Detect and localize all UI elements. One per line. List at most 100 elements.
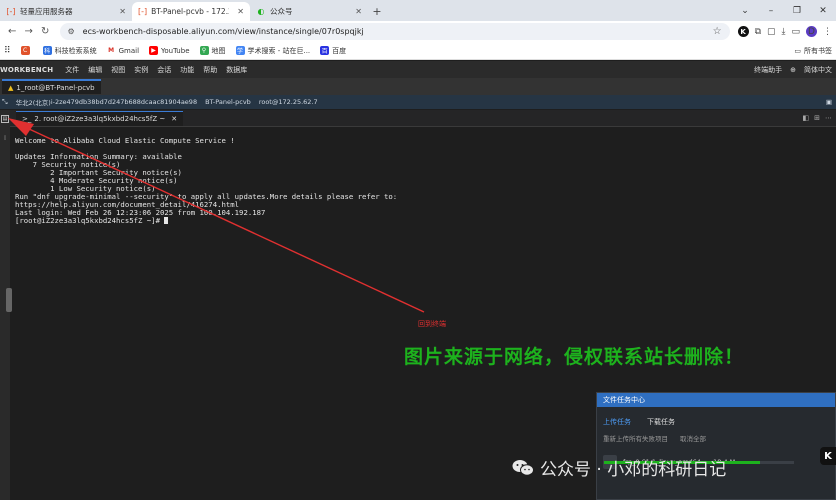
retry-failed-button[interactable]: 重新上传所有失败项目 xyxy=(603,433,668,443)
terminal-line: Welcome to Alibaba Cloud Elastic Compute… xyxy=(15,136,235,145)
back-icon[interactable]: ← xyxy=(4,26,21,37)
tab-search-button[interactable]: ⌄ xyxy=(732,6,758,16)
terminal-tools: ◧ ⊞ ⋯ xyxy=(803,114,836,122)
terminal-tabs: >_ 2. root@iZ2ze3a3lq5kxbd24hcs5fZ ~ ✕ ◧… xyxy=(0,110,836,127)
forward-icon[interactable]: → xyxy=(21,26,38,37)
bookmark-item[interactable]: ▶ YouTube xyxy=(149,46,190,55)
url-text: ecs-workbench-disposable.aliyun.com/view… xyxy=(82,27,364,36)
wechat-tab-icon: ◐ xyxy=(257,7,265,16)
address-bar: ← → ↻ ⚙ ecs-workbench-disposable.aliyun.… xyxy=(0,21,836,42)
instance-name: BT-Panel-pcvb xyxy=(205,98,251,106)
copyright-overlay-text: 图片来源于网络，侵权联系站长删除！ xyxy=(404,346,745,368)
instance-region: 华北2(北京) xyxy=(15,99,51,107)
close-window-button[interactable]: ✕ xyxy=(810,6,836,16)
more-menu-icon[interactable]: ⋮ xyxy=(823,27,832,37)
tab-download-tasks[interactable]: 下载任务 xyxy=(647,417,675,427)
terminal-tab-icon: >_ xyxy=(22,114,32,123)
workbench-right-tools: 终端助手 ⊕ 简体中文 xyxy=(754,65,836,75)
menu-help[interactable]: 帮助 xyxy=(203,65,217,75)
file-panel-title: 文件任务中心 xyxy=(597,393,835,407)
wechat-account-text: 公众号 · 小邓的科研日记 xyxy=(540,460,727,480)
terminal-prompt: [root@iZ2ze3a3lq5kxbd24hcs5fZ ~]# xyxy=(15,216,165,226)
tab-label: 公众号 xyxy=(270,7,293,16)
file-panel-tabs: 上传任务 下载任务 xyxy=(597,413,835,431)
instance-id: i-2ze479db38bd7d247b688dcaac81904ae98 xyxy=(50,98,198,106)
split-pane-icon[interactable]: ◧ xyxy=(803,114,810,122)
bookmark-item[interactable]: M Gmail xyxy=(106,46,139,55)
workbench-brand: WORKBENCH xyxy=(0,65,54,74)
menu-features[interactable]: 功能 xyxy=(180,65,194,75)
maximize-button[interactable]: ❐ xyxy=(784,6,810,16)
extension-k-icon[interactable]: K xyxy=(737,26,749,37)
bookmark-item[interactable]: 科科技检索系统 xyxy=(42,46,97,56)
tab-upload-tasks[interactable]: 上传任务 xyxy=(603,417,631,427)
instance-login: root@172.25.62.7 xyxy=(258,98,318,106)
bookmark-star-icon[interactable]: ☆ xyxy=(713,26,722,37)
sidebar-icon[interactable]: ▢ xyxy=(767,27,776,37)
instance-info-bar: ⤡ 华北2(北京) i-2ze479db38bd7d247b688dcaac81… xyxy=(0,95,836,109)
close-icon[interactable]: ✕ xyxy=(111,7,126,16)
file-task-panel: 文件任务中心 上传任务 下载任务 重新上传所有失败项目 取消全部 frp_0.6… xyxy=(596,392,836,500)
menu-view[interactable]: 视图 xyxy=(111,65,125,75)
download-icon[interactable]: ⤓ xyxy=(782,27,786,37)
apps-grid-icon[interactable]: ⠿ xyxy=(4,46,11,56)
site-info-icon[interactable]: ⚙ xyxy=(68,27,75,36)
bookmark-favicon: C xyxy=(20,46,30,55)
new-tab-button[interactable]: + xyxy=(368,2,386,21)
wechat-icon xyxy=(512,459,534,476)
browser-tab-wechat-official[interactable]: ◐ 公众号 ✕ xyxy=(250,2,368,21)
scholar-icon: 学 xyxy=(235,46,245,55)
window-controls: ⌄ – ❐ ✕ xyxy=(732,0,836,21)
bookmark-favicon: 科 xyxy=(42,46,52,55)
bookmark-item[interactable]: C xyxy=(20,46,33,55)
menu-session[interactable]: 会话 xyxy=(157,65,171,75)
browser-tab-strip: [-] 轻量应用服务器 ✕ [-] BT-Panel-pcvb - 172.25… xyxy=(0,0,836,21)
menu-edit[interactable]: 编辑 xyxy=(88,65,102,75)
terminal-tab[interactable]: >_ 2. root@iZ2ze3a3lq5kxbd24hcs5fZ ~ ✕ xyxy=(16,110,184,126)
k-extension-badge[interactable]: K xyxy=(820,447,836,465)
extensions-puzzle-icon[interactable]: ⧉ xyxy=(755,27,761,37)
wechat-watermark: 公众号 · 小邓的科研日记 xyxy=(512,455,726,480)
menu-instance[interactable]: 实例 xyxy=(134,65,148,75)
terminal-tab-label: 2. root@iZ2ze3a3lq5kxbd24hcs5fZ ~ xyxy=(34,114,166,123)
youtube-icon: ▶ xyxy=(149,46,159,55)
folder-icon: ▭ xyxy=(794,46,801,55)
close-icon[interactable]: ✕ xyxy=(229,7,244,16)
minimize-button[interactable]: – xyxy=(758,6,784,16)
doc-icon[interactable]: ▯ xyxy=(1,134,9,142)
close-icon[interactable]: ✕ xyxy=(347,7,362,16)
cancel-all-button[interactable]: 取消全部 xyxy=(680,433,706,443)
pin-icon[interactable]: ▣ xyxy=(826,98,832,106)
annotation-label: 回到终端 xyxy=(418,320,446,328)
split-icon[interactable]: ▭ xyxy=(792,27,801,37)
bookmark-item[interactable]: ⚲ 地图 xyxy=(199,46,226,56)
bookmark-item[interactable]: 学学术搜索 - 站在巨... xyxy=(235,46,310,56)
more-icon[interactable]: ⋯ xyxy=(825,114,832,122)
file-tree-icon[interactable]: ▤ xyxy=(1,115,9,123)
profile-avatar[interactable]: D xyxy=(806,26,818,37)
menu-file[interactable]: 文件 xyxy=(65,65,79,75)
tab-label: BT-Panel-pcvb - 172.25.62.7 xyxy=(151,7,229,16)
collapse-icon[interactable]: ⤡ xyxy=(2,98,8,107)
session-tab[interactable]: ▲ 1_root@BT-Panel-pcvb xyxy=(2,79,101,94)
globe-icon[interactable]: ⊕ xyxy=(790,66,796,74)
workbench-menu-bar: WORKBENCH 文件 编辑 视图 实例 会话 功能 帮助 数据库 终端助手 … xyxy=(0,61,836,78)
reload-icon[interactable]: ↻ xyxy=(37,26,54,37)
bookmark-item[interactable]: 百百度 xyxy=(320,46,346,56)
all-bookmarks[interactable]: ▭ 所有书签 xyxy=(794,46,832,56)
session-tab-label: 1_root@BT-Panel-pcvb xyxy=(16,83,95,92)
browser-tab-bt-panel[interactable]: [-] BT-Panel-pcvb - 172.25.62.7 ✕ xyxy=(132,2,250,21)
terminal-cursor xyxy=(164,217,169,225)
baidu-icon: 百 xyxy=(320,46,330,55)
url-input[interactable]: ⚙ ecs-workbench-disposable.aliyun.com/vi… xyxy=(59,23,730,40)
layout-icon[interactable]: ⊞ xyxy=(814,114,820,122)
language-select[interactable]: 简体中文 xyxy=(804,65,832,75)
bookmarks-bar: ⠿ C 科科技检索系统 M Gmail ▶ YouTube ⚲ 地图 学学术搜索 - … xyxy=(0,42,836,60)
gmail-icon: M xyxy=(106,46,116,55)
aliyun-icon: [-] xyxy=(6,7,16,16)
browser-tab-lightweight-server[interactable]: [-] 轻量应用服务器 ✕ xyxy=(0,2,132,21)
terminal-assistant-button[interactable]: 终端助手 xyxy=(754,65,782,75)
close-icon[interactable]: ✕ xyxy=(171,115,177,123)
file-panel-actions: 重新上传所有失败项目 取消全部 xyxy=(597,433,835,443)
menu-database[interactable]: 数据库 xyxy=(226,65,247,75)
